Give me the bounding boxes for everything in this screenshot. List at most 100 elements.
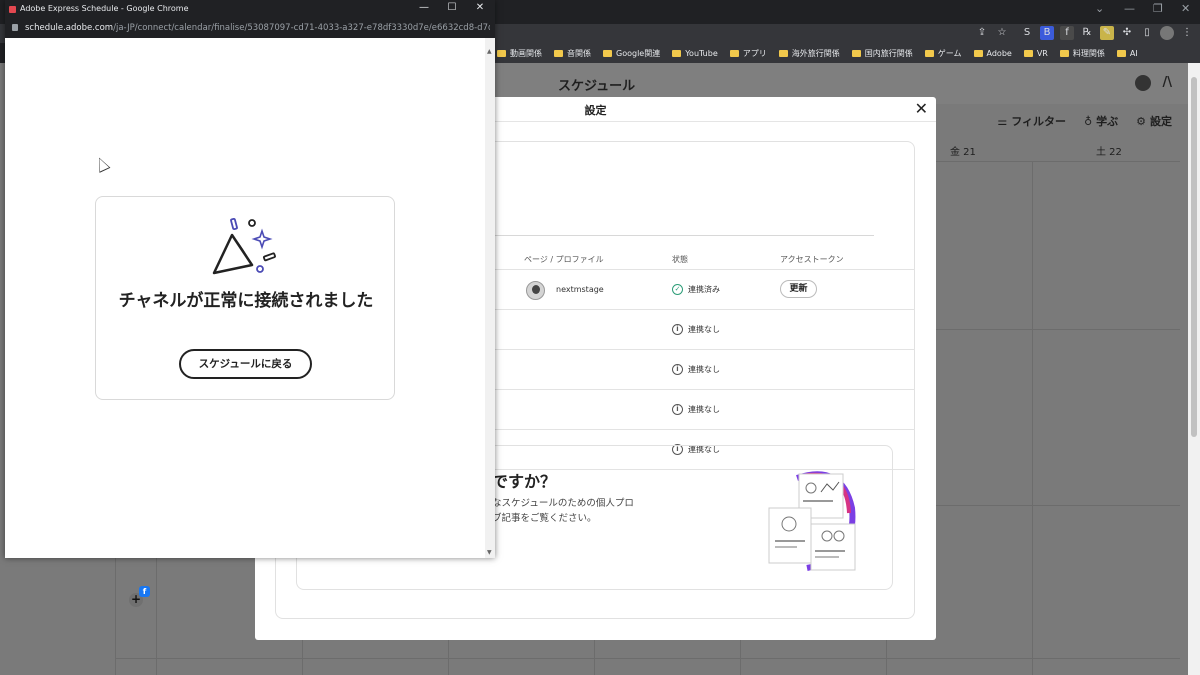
filter-label: フィルター: [1011, 115, 1067, 128]
popup-url[interactable]: schedule.adobe.com/ja-JP/connect/calenda…: [25, 23, 490, 33]
popup-address-bar[interactable]: schedule.adobe.com/ja-JP/connect/calenda…: [5, 19, 495, 38]
bookmark-label: ゲーム: [937, 48, 962, 58]
header-right: /\: [1134, 75, 1173, 91]
filter-button[interactable]: ⚌ フィルター: [997, 113, 1066, 129]
url-path: /ja-JP/connect/calendar/finalise/5308709…: [113, 23, 490, 33]
status-badge: ✓ 連携済み: [672, 284, 720, 295]
scroll-down-icon[interactable]: ▼: [487, 549, 492, 556]
minimize-icon[interactable]: —: [417, 2, 431, 13]
adobe-logo-icon[interactable]: /\: [1163, 75, 1173, 91]
share-icon[interactable]: ⇪: [975, 26, 989, 40]
folder-icon: [603, 49, 612, 57]
bookmark-label: 音関係: [567, 48, 591, 58]
bookmark-item[interactable]: ゲーム: [924, 48, 962, 59]
bookmark-item[interactable]: 音関係: [554, 48, 591, 59]
tab-search-icon[interactable]: ⌄: [1095, 2, 1104, 15]
table-row: i 連携なし: [494, 349, 915, 389]
minimize-icon[interactable]: —: [1124, 2, 1135, 15]
extension-blue-icon[interactable]: B: [1040, 26, 1054, 40]
avatar[interactable]: [1134, 75, 1151, 91]
status-badge: i 連携なし: [672, 364, 720, 375]
avatar: [526, 281, 545, 300]
calendar-toolbar: ⚌ フィルター ♁ 学ぶ ⚙ 設定: [997, 113, 1172, 129]
gear-icon: ⚙: [1136, 115, 1146, 128]
scrollbar-thumb[interactable]: [1191, 77, 1197, 437]
page-scrollbar[interactable]: [1188, 63, 1200, 675]
sliders-icon: ⚌: [997, 115, 1008, 128]
bookmark-item[interactable]: 動画関係: [497, 48, 542, 59]
info-circle-icon: i: [672, 364, 683, 375]
menu-icon[interactable]: ⋮: [1180, 26, 1194, 40]
refresh-token-button[interactable]: 更新: [780, 280, 817, 298]
bookmark-label: 国内旅行関係: [864, 48, 913, 58]
promo-text-line: ブ記事をご覧ください。: [492, 513, 597, 524]
header-status: 状態: [672, 255, 688, 264]
table-row: i 連携なし: [494, 389, 915, 429]
extension-s-icon[interactable]: S: [1020, 26, 1034, 40]
info-circle-icon: i: [672, 404, 683, 415]
bookmarks-bar: 動画関係 音関係 Google関連 YouTube アプリ 海外旅行関係 国内旅行関係 ゲーム…: [495, 43, 1200, 63]
folder-icon: [851, 49, 861, 57]
page-title: スケジュール: [558, 79, 636, 94]
folder-icon: [672, 49, 682, 57]
popup-window: Adobe Express Schedule - Google Chrome —…: [5, 0, 495, 558]
table-row: i 連携なし: [494, 309, 915, 349]
bookmark-label: 海外旅行関係: [791, 48, 840, 58]
grid-line: [1032, 161, 1033, 675]
bookmark-label: YouTube: [685, 48, 718, 58]
promo-text: なスケジュールのための個人プロ ブ記事をご覧ください。: [492, 496, 692, 526]
bookmark-item[interactable]: VR: [1023, 48, 1048, 58]
bookmark-item[interactable]: アプリ: [729, 48, 767, 59]
status-label: 連携済み: [688, 285, 720, 294]
status-badge: i 連携なし: [672, 404, 720, 415]
folder-icon: [497, 49, 506, 57]
bookmark-item[interactable]: YouTube: [672, 49, 718, 58]
maximize-icon[interactable]: ☐: [445, 2, 459, 13]
folder-icon: [973, 49, 983, 57]
sidepanel-icon[interactable]: ▯: [1140, 26, 1154, 40]
folder-icon: [1116, 49, 1126, 57]
learn-button[interactable]: ♁ 学ぶ: [1084, 113, 1118, 129]
facebook-icon: f: [139, 586, 150, 597]
bookmark-label: VR: [1036, 48, 1048, 58]
popup-title: Adobe Express Schedule - Google Chrome: [20, 4, 189, 13]
settings-button[interactable]: ⚙ 設定: [1136, 113, 1172, 129]
bookmark-item[interactable]: 料理関係: [1059, 48, 1105, 59]
extension-f-icon[interactable]: f: [1060, 26, 1074, 40]
close-icon[interactable]: ✕: [1181, 2, 1190, 15]
settings-label: 設定: [1150, 115, 1172, 128]
close-icon[interactable]: ✕: [915, 99, 928, 118]
promo-text-line: なスケジュールのための個人プロ: [492, 498, 634, 509]
puzzle-icon[interactable]: ✣: [1120, 26, 1134, 40]
day-header-fri: 金 21: [950, 147, 976, 158]
status-label: 連携なし: [688, 365, 720, 374]
info-circle-icon: i: [672, 324, 683, 335]
scroll-up-icon[interactable]: ▲: [487, 48, 492, 55]
folder-icon: [1023, 49, 1033, 57]
back-to-schedule-button[interactable]: スケジュールに戻る: [179, 349, 312, 379]
bookmark-label: アプリ: [742, 48, 767, 58]
restore-icon[interactable]: ❐: [1153, 2, 1163, 15]
header-token: アクセストークン: [780, 255, 844, 264]
bookmark-item[interactable]: 海外旅行関係: [778, 48, 840, 59]
lightbulb-icon: ♁: [1084, 115, 1093, 128]
bookmark-label: Adobe: [986, 48, 1012, 58]
bookmark-label: Google関連: [616, 48, 661, 58]
bookmark-item[interactable]: 国内旅行関係: [851, 48, 913, 59]
folder-icon: [778, 49, 788, 57]
star-icon[interactable]: ☆: [995, 26, 1009, 40]
promo-title: ですか？: [492, 472, 557, 491]
status-badge: i 連携なし: [672, 324, 720, 335]
bookmark-item[interactable]: AI: [1116, 49, 1138, 58]
header-profile: ページ / プロファイル: [524, 255, 604, 264]
profile-avatar-icon[interactable]: [1160, 26, 1174, 40]
bookmark-item[interactable]: Adobe: [973, 48, 1012, 58]
close-icon[interactable]: ✕: [473, 2, 487, 13]
bookmark-item[interactable]: Google関連: [603, 48, 660, 59]
status-label: 連携なし: [688, 405, 720, 414]
extension-rx-icon[interactable]: ℞: [1080, 26, 1094, 40]
popup-scrollbar[interactable]: ▲ ▼: [485, 38, 495, 558]
extension-note-icon[interactable]: ✎: [1100, 26, 1114, 40]
bookmark-label: 料理関係: [1072, 48, 1105, 58]
table-row: nextmstage ✓ 連携済み 更新: [494, 269, 915, 309]
